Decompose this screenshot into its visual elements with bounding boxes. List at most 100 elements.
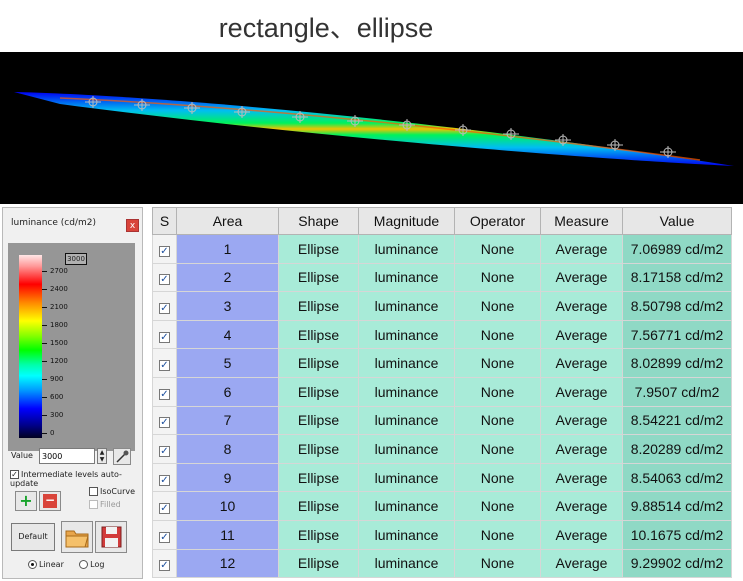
row-checkbox[interactable]: ✓	[159, 331, 170, 343]
row-select-cell[interactable]: ✓	[152, 291, 177, 321]
log-radio[interactable]	[79, 560, 89, 569]
tick-mark	[42, 433, 47, 434]
auto-update-option[interactable]: ✓ Intermediate levels auto-update	[10, 470, 142, 488]
row-select-cell[interactable]: ✓	[152, 434, 177, 464]
table-row[interactable]: ✓ 4 Ellipse luminance None Average 7.56771 cd/…	[152, 319, 732, 350]
area-cell: 11	[176, 519, 279, 550]
table-row[interactable]: ✓ 12 Ellipse luminance None Average 9.29902 cd…	[152, 548, 732, 579]
value-spinner[interactable]: ▲ ▼	[97, 448, 107, 464]
shape-cell: Ellipse	[278, 348, 359, 378]
operator-cell: None	[454, 291, 541, 321]
magnitude-cell: luminance	[358, 519, 455, 550]
page-title: rectangle、ellipse	[218, 13, 434, 43]
row-checkbox[interactable]: ✓	[159, 503, 170, 515]
table-row[interactable]: ✓ 11 Ellipse luminance None Average 10.1675 cd…	[152, 519, 732, 550]
value-cell: 8.20289 cd/m2	[622, 434, 732, 464]
scale-max-value[interactable]: 3000	[65, 253, 87, 265]
tick-mark	[42, 271, 47, 272]
operator-cell: None	[454, 234, 541, 264]
tick-label: 1800	[50, 321, 68, 329]
isocurve-checkbox[interactable]	[89, 487, 98, 496]
row-select-cell[interactable]: ✓	[152, 234, 177, 264]
shape-cell: Ellipse	[278, 405, 359, 436]
column-header-operator[interactable]: Operator	[454, 207, 541, 235]
scale-mode-options: Linear Log	[28, 560, 138, 569]
tick-label: 600	[50, 393, 64, 401]
area-cell: 6	[176, 376, 279, 407]
row-select-cell[interactable]: ✓	[152, 519, 177, 550]
row-select-cell[interactable]: ✓	[152, 405, 177, 436]
value-cell: 9.88514 cd/m2	[622, 491, 732, 521]
close-icon[interactable]: x	[126, 219, 139, 232]
table-row[interactable]: ✓ 8 Ellipse luminance None Average 8.20289 cd/…	[152, 434, 732, 464]
row-select-cell[interactable]: ✓	[152, 319, 177, 350]
column-header-value[interactable]: Value	[622, 207, 732, 235]
luminance-map-image[interactable]	[0, 52, 743, 204]
table-row[interactable]: ✓ 1 Ellipse luminance None Average 7.06989 cd/…	[152, 234, 732, 264]
tick-mark	[42, 397, 47, 398]
operator-cell: None	[454, 491, 541, 521]
shape-cell: Ellipse	[278, 291, 359, 321]
column-header-shape[interactable]: Shape	[278, 207, 359, 235]
auto-update-checkbox[interactable]: ✓	[10, 470, 19, 479]
measure-cell: Average	[540, 519, 623, 550]
tick-label: 0	[50, 429, 55, 437]
row-checkbox[interactable]: ✓	[159, 531, 170, 543]
table-row[interactable]: ✓ 10 Ellipse luminance None Average 9.88514 cd…	[152, 491, 732, 521]
color-scale: 3000 2700 2400 2100 1800 1500 1200 900 6…	[8, 243, 135, 451]
save-button[interactable]	[95, 521, 127, 553]
measure-cell: Average	[540, 376, 623, 407]
tick-mark	[42, 361, 47, 362]
table-row[interactable]: ✓ 7 Ellipse luminance None Average 8.54221 cd/…	[152, 405, 732, 436]
row-select-cell[interactable]: ✓	[152, 262, 177, 293]
row-checkbox[interactable]: ✓	[159, 560, 170, 572]
tick-mark	[42, 307, 47, 308]
tick-mark	[42, 379, 47, 380]
magnitude-cell: luminance	[358, 291, 455, 321]
table-row[interactable]: ✓ 6 Ellipse luminance None Average 7.9507 cd/m…	[152, 376, 732, 407]
value-input[interactable]	[39, 448, 95, 464]
area-cell: 8	[176, 434, 279, 464]
row-select-cell[interactable]: ✓	[152, 548, 177, 579]
filled-label: Filled	[100, 500, 121, 509]
table-row[interactable]: ✓ 9 Ellipse luminance None Average 8.54063 cd/…	[152, 462, 732, 493]
value-cell: 10.1675 cd/m2	[622, 519, 732, 550]
value-cell: 8.50798 cd/m2	[622, 291, 732, 321]
value-cell: 8.17158 cd/m2	[622, 262, 732, 293]
row-select-cell[interactable]: ✓	[152, 376, 177, 407]
linear-radio[interactable]	[28, 560, 37, 569]
measure-cell: Average	[540, 319, 623, 350]
add-level-button[interactable]: +	[15, 491, 37, 511]
column-header-s[interactable]: S	[152, 207, 177, 235]
shape-cell: Ellipse	[278, 262, 359, 293]
tick-label: 2100	[50, 303, 68, 311]
row-checkbox[interactable]: ✓	[159, 245, 170, 257]
row-checkbox[interactable]: ✓	[159, 360, 170, 372]
magnitude-cell: luminance	[358, 319, 455, 350]
table-row[interactable]: ✓ 3 Ellipse luminance None Average 8.50798 cd/…	[152, 291, 732, 321]
column-header-magnitude[interactable]: Magnitude	[358, 207, 455, 235]
table-row[interactable]: ✓ 2 Ellipse luminance None Average 8.17158 cd/…	[152, 262, 732, 293]
tick-label: 2400	[50, 285, 68, 293]
magnitude-cell: luminance	[358, 262, 455, 293]
row-select-cell[interactable]: ✓	[152, 462, 177, 493]
row-checkbox[interactable]: ✓	[159, 445, 170, 457]
open-folder-button[interactable]	[61, 521, 93, 553]
table-row[interactable]: ✓ 5 Ellipse luminance None Average 8.02899 cd/…	[152, 348, 732, 378]
default-button[interactable]: Default	[11, 523, 55, 551]
column-header-measure[interactable]: Measure	[540, 207, 623, 235]
filled-option: Filled	[89, 500, 121, 509]
eyedropper-icon[interactable]	[113, 448, 131, 465]
colorbar	[19, 255, 42, 438]
row-select-cell[interactable]: ✓	[152, 348, 177, 378]
row-checkbox[interactable]: ✓	[159, 302, 170, 314]
row-select-cell[interactable]: ✓	[152, 491, 177, 521]
row-checkbox[interactable]: ✓	[159, 474, 170, 486]
row-checkbox[interactable]: ✓	[159, 417, 170, 429]
row-checkbox[interactable]: ✓	[159, 274, 170, 286]
row-checkbox[interactable]: ✓	[159, 388, 170, 400]
remove-level-button[interactable]: −	[39, 491, 61, 511]
auto-update-label: Intermediate levels auto-update	[10, 470, 122, 488]
column-header-area[interactable]: Area	[176, 207, 279, 235]
isocurve-option[interactable]: IsoCurve	[89, 487, 135, 496]
